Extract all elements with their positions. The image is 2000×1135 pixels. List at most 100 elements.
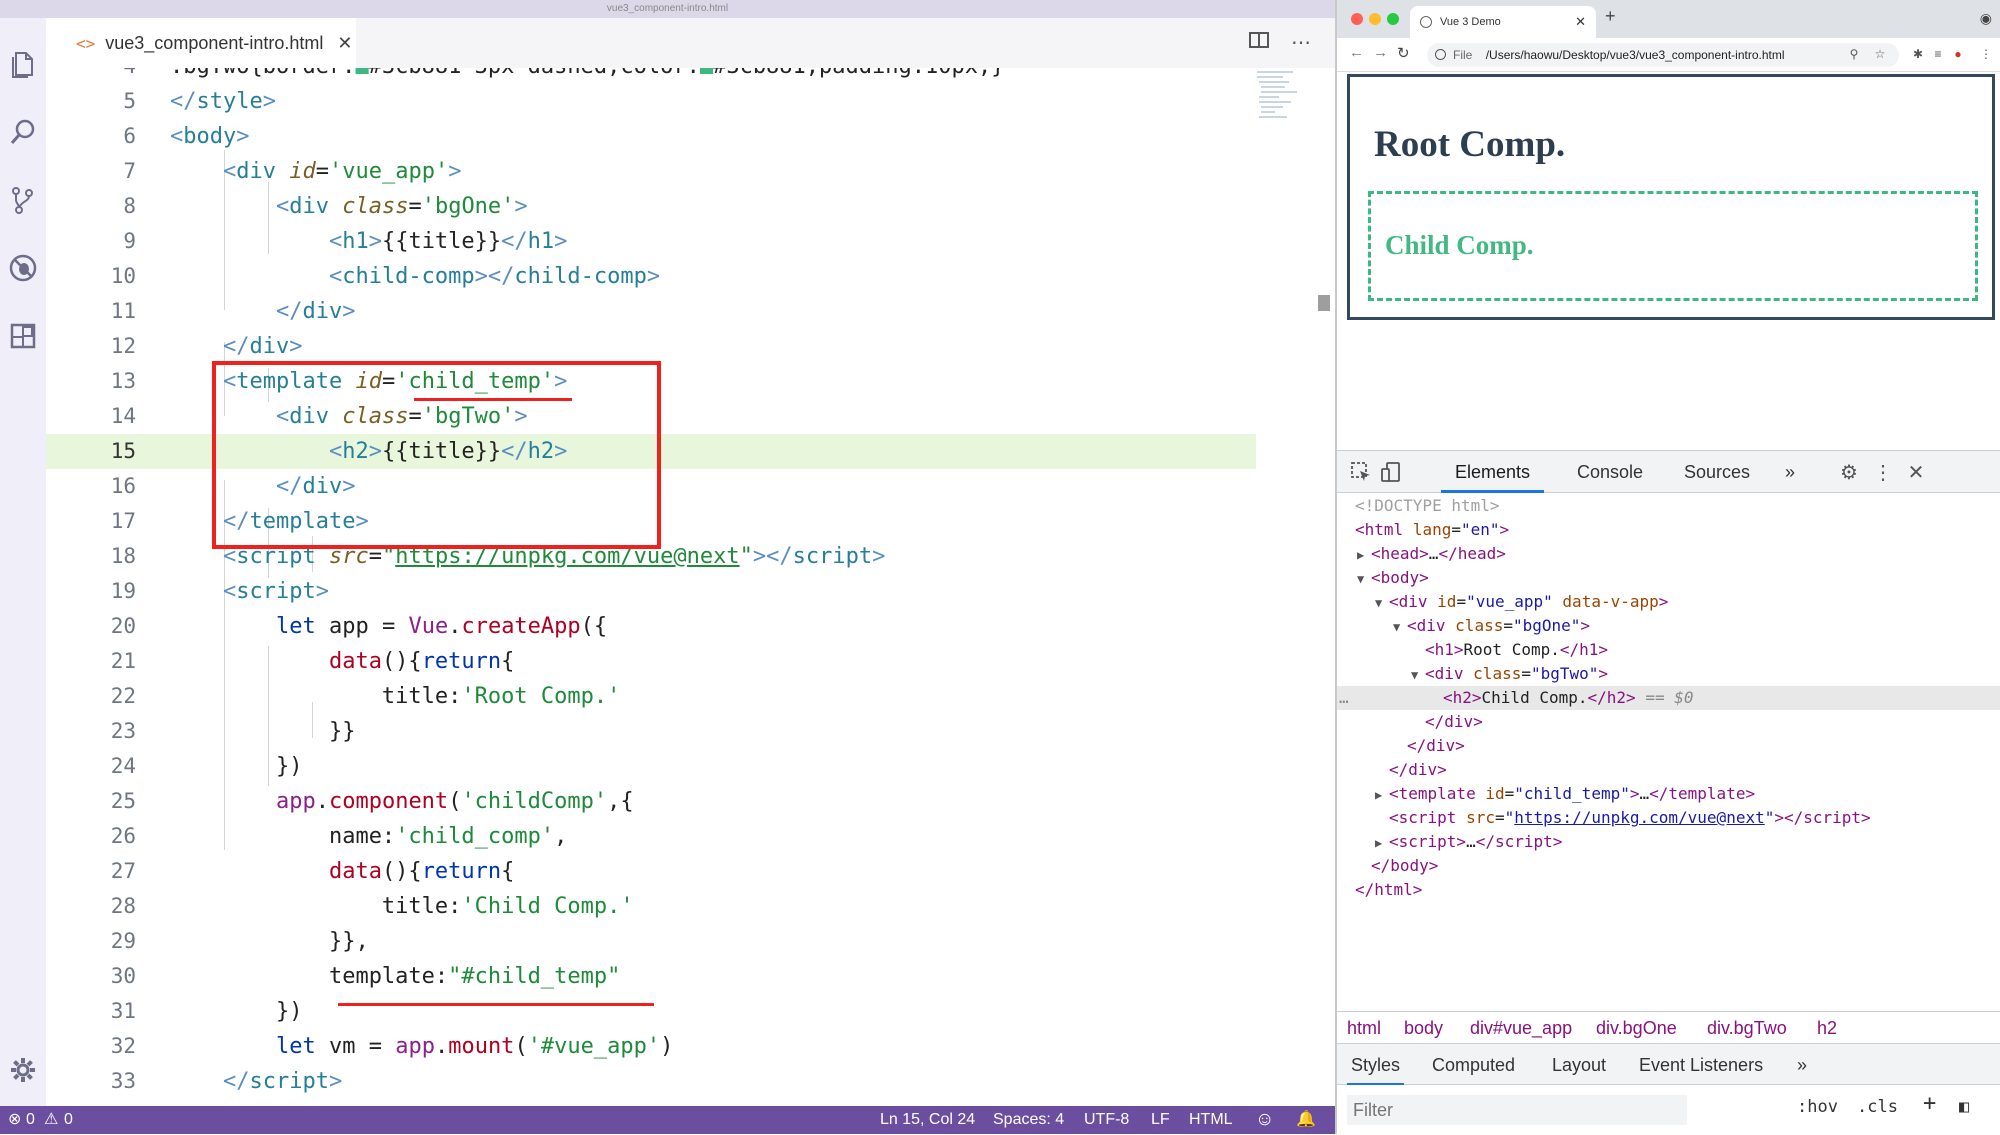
- dom-node[interactable]: ▶ <script>…</script>: [1337, 830, 2000, 854]
- debug-icon[interactable]: [7, 252, 39, 284]
- breadcrumb-bgone[interactable]: div.bgOne: [1596, 1012, 1677, 1044]
- dom-node[interactable]: <script src="https://unpkg.com/vue@next"…: [1337, 806, 2000, 830]
- class-toggle[interactable]: .cls: [1857, 1097, 1898, 1117]
- dom-node[interactable]: </body>: [1337, 854, 2000, 878]
- html-file-icon: <>: [76, 33, 96, 53]
- zoom-icon[interactable]: ⚲: [1847, 47, 1861, 61]
- devtools-menu-icon[interactable]: ⋮: [1871, 461, 1895, 485]
- profile-avatar-icon[interactable]: ●: [1951, 47, 1965, 61]
- warning-icon[interactable]: ⚠: [44, 1106, 58, 1134]
- root-heading: Root Comp.: [1374, 124, 1566, 165]
- close-tab-icon[interactable]: ✕: [1575, 6, 1586, 38]
- close-tab-icon[interactable]: ✕: [337, 33, 352, 54]
- dom-node[interactable]: ▼ <div class="bgTwo">: [1337, 662, 2000, 686]
- settings-gear-icon[interactable]: [7, 1054, 39, 1086]
- reading-list-icon[interactable]: ≡: [1931, 47, 1945, 61]
- code-line-30: 30 template:"#child_temp": [110, 964, 621, 989]
- dom-node-selected[interactable]: … <h2>Child Comp.</h2> == $0: [1337, 686, 2000, 710]
- dom-node[interactable]: ▶ <head>…</head>: [1337, 542, 2000, 566]
- maximize-window-dot[interactable]: [1387, 13, 1399, 25]
- code-line-4: 4.bgTwo{border:■#3cb881 3px dashed;color…: [46, 68, 1256, 84]
- extensions-puzzle-icon[interactable]: ✱: [1911, 47, 1925, 61]
- search-icon[interactable]: [7, 116, 39, 148]
- new-style-rule-icon[interactable]: +: [1923, 1091, 1936, 1116]
- breadcrumb-bgtwo[interactable]: div.bgTwo: [1707, 1012, 1787, 1044]
- tab-computed[interactable]: Computed: [1432, 1044, 1515, 1086]
- info-icon[interactable]: [1435, 49, 1446, 60]
- breadcrumb: html body div#vue_app div.bgOne div.bgTw…: [1337, 1011, 2000, 1043]
- error-icon[interactable]: ⊗: [8, 1106, 21, 1134]
- more-subtabs-chevron-icon[interactable]: »: [1797, 1044, 1807, 1086]
- dom-node[interactable]: <html lang="en">: [1337, 518, 2000, 542]
- cursor-position[interactable]: Ln 15, Col 24: [880, 1106, 975, 1134]
- tab-sources[interactable]: Sources: [1684, 451, 1750, 493]
- devtools-settings-gear-icon[interactable]: ⚙: [1837, 461, 1861, 485]
- styles-filter-input[interactable]: [1347, 1095, 1687, 1125]
- warning-count[interactable]: 0: [64, 1106, 73, 1134]
- explorer-icon[interactable]: [7, 48, 39, 80]
- breadcrumb-vue-app[interactable]: div#vue_app: [1470, 1012, 1572, 1044]
- extensions-icon[interactable]: [7, 320, 39, 352]
- breadcrumb-html[interactable]: html: [1347, 1012, 1381, 1044]
- back-arrow-icon[interactable]: ←: [1349, 44, 1364, 61]
- language-mode[interactable]: HTML: [1189, 1106, 1233, 1134]
- dom-node[interactable]: <h1>Root Comp.</h1>: [1337, 638, 2000, 662]
- source-control-icon[interactable]: [7, 184, 39, 216]
- code-line-10: 10 <child-comp></child-comp>: [110, 264, 661, 289]
- devtools-panel: Elements Console Sources » ⚙ ⋮ ✕ <!DOCTY…: [1337, 450, 2000, 1135]
- indentation[interactable]: Spaces: 4: [993, 1106, 1064, 1134]
- editor-tab-label: vue3_component-intro.html: [105, 32, 324, 53]
- forward-arrow-icon[interactable]: →: [1373, 44, 1388, 61]
- annotation-underline: [414, 398, 572, 401]
- tab-layout[interactable]: Layout: [1552, 1044, 1606, 1086]
- dom-node[interactable]: ▶ <template id="child_temp">…</template>: [1337, 782, 2000, 806]
- minimize-window-dot[interactable]: [1369, 13, 1381, 25]
- dom-node[interactable]: </div>: [1337, 734, 2000, 758]
- more-tabs-chevron-icon[interactable]: »: [1785, 451, 1795, 493]
- tab-event-listeners[interactable]: Event Listeners: [1639, 1044, 1763, 1086]
- feedback-smiley-icon[interactable]: ☺: [1255, 1106, 1274, 1134]
- code-line-22: 22 title:'Root Comp.': [110, 684, 621, 709]
- styles-tab-bar: Styles Computed Layout Event Listeners »: [1337, 1043, 2000, 1086]
- dom-node[interactable]: </html>: [1337, 878, 2000, 902]
- browser-menu-icon[interactable]: ⋮: [1979, 47, 1993, 61]
- editor-tab[interactable]: <> vue3_component-intro.html ✕: [46, 18, 356, 68]
- code-line-19: 19 <script>: [110, 579, 329, 604]
- bookmark-star-icon[interactable]: ☆: [1873, 47, 1887, 61]
- new-tab-icon[interactable]: +: [1605, 6, 1616, 27]
- dom-node[interactable]: ▼ <div class="bgOne">: [1337, 614, 2000, 638]
- error-count[interactable]: 0: [26, 1106, 35, 1134]
- notifications-bell-icon[interactable]: 🔔: [1296, 1106, 1316, 1134]
- editor-scrollbar[interactable]: [1318, 295, 1330, 311]
- dom-node[interactable]: </div>: [1337, 710, 2000, 734]
- code-editor[interactable]: 4.bgTwo{border:■#3cb881 3px dashed;color…: [46, 68, 1335, 1106]
- toggle-sidebar-icon[interactable]: ◧: [1959, 1097, 1969, 1117]
- tab-elements[interactable]: Elements: [1441, 451, 1545, 493]
- more-actions-icon[interactable]: ⋯: [1288, 30, 1314, 56]
- breadcrumb-h2[interactable]: h2: [1817, 1012, 1837, 1044]
- encoding[interactable]: UTF-8: [1084, 1106, 1129, 1134]
- dom-node[interactable]: ▼ <body>: [1337, 566, 2000, 590]
- code-line-8: 8 <div class='bgOne'>: [123, 194, 528, 219]
- browser-toolbar: ← → ↻ File /Users/haowu/Desktop/vue3/vue…: [1337, 38, 2000, 72]
- child-component-box: Child Comp.: [1368, 191, 1978, 301]
- reload-icon[interactable]: ↻: [1397, 44, 1410, 62]
- tab-console[interactable]: Console: [1577, 451, 1643, 493]
- dom-node[interactable]: ▼ <div id="vue_app" data-v-app>: [1337, 590, 2000, 614]
- close-window-dot[interactable]: [1351, 13, 1363, 25]
- tab-styles[interactable]: Styles: [1347, 1044, 1405, 1086]
- breadcrumb-body[interactable]: body: [1404, 1012, 1443, 1044]
- dom-node[interactable]: <!DOCTYPE html>: [1337, 494, 2000, 518]
- close-devtools-icon[interactable]: ✕: [1904, 461, 1928, 485]
- line-ending[interactable]: LF: [1151, 1106, 1170, 1134]
- dom-node[interactable]: </div>: [1337, 758, 2000, 782]
- device-toolbar-icon[interactable]: [1379, 461, 1403, 485]
- address-bar[interactable]: File /Users/haowu/Desktop/vue3/vue3_comp…: [1427, 43, 1899, 67]
- hover-state-toggle[interactable]: :hov: [1797, 1097, 1838, 1117]
- inspect-element-icon[interactable]: [1349, 461, 1373, 485]
- split-editor-icon[interactable]: [1246, 30, 1272, 56]
- browser-tab[interactable]: Vue 3 Demo ✕: [1410, 6, 1596, 38]
- dom-tree[interactable]: <!DOCTYPE html> <html lang="en"> ▶ <head>…: [1337, 494, 2000, 1054]
- tab-search-icon[interactable]: ◉: [1980, 10, 1992, 27]
- minimap[interactable]: [1253, 68, 1303, 128]
